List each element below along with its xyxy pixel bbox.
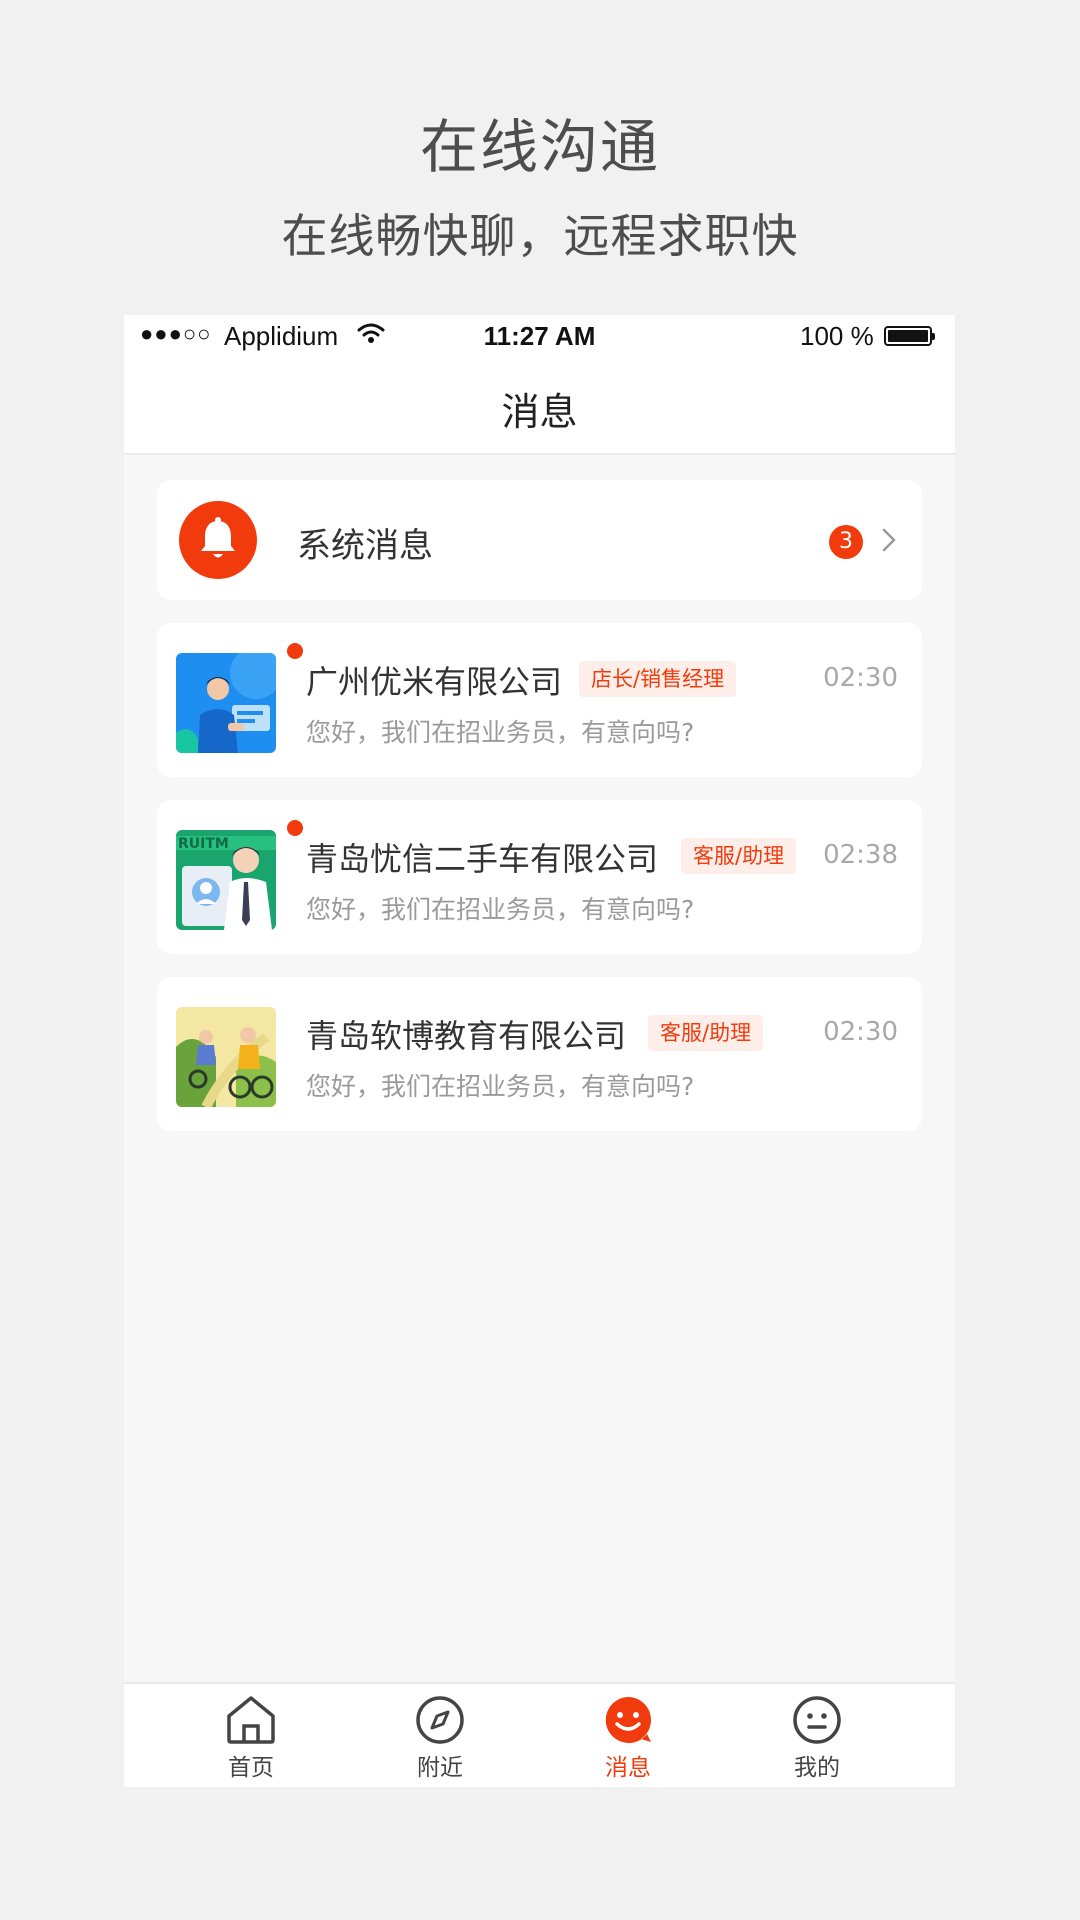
- tab-messages[interactable]: 消息: [558, 1694, 698, 1782]
- unread-count-badge: 3: [829, 525, 863, 559]
- tab-profile[interactable]: 我的: [747, 1694, 887, 1782]
- tab-home[interactable]: 首页: [181, 1694, 321, 1782]
- system-message-row[interactable]: 系统消息 3: [157, 480, 922, 600]
- message-time: 02:38: [823, 840, 898, 870]
- tab-nearby[interactable]: 附近: [370, 1694, 510, 1782]
- svg-text:RUITM: RUITM: [178, 836, 229, 852]
- job-role-tag: 客服/助理: [648, 1015, 764, 1051]
- page-title: 消息: [501, 390, 578, 434]
- message-time: 02:30: [823, 1017, 898, 1047]
- hero-subtitle: 在线畅快聊，远程求职快: [281, 209, 799, 263]
- home-icon: [227, 1696, 275, 1744]
- chevron-right-icon: [880, 526, 898, 558]
- navigation-bar: 消息: [124, 357, 955, 455]
- chat-list-item[interactable]: 青岛软博教育有限公司 客服/助理 02:30 您好，我们在招业务员，有意向吗?: [157, 977, 922, 1131]
- chat-list-item[interactable]: RUITM 青岛忧信二手车有限公司 客服/助理 02:38 您好，我们在招业务员…: [157, 800, 922, 954]
- message-preview: 您好，我们在招业务员，有意向吗?: [306, 895, 695, 924]
- hero-title: 在线沟通: [419, 113, 660, 181]
- company-avatar: [176, 653, 276, 753]
- profile-face-icon: [793, 1696, 841, 1744]
- status-bar: ●●●○○ Applidium 11:27 AM 100 %: [124, 315, 955, 357]
- bell-icon: [179, 501, 257, 579]
- company-name: 青岛忧信二手车有限公司: [306, 840, 659, 878]
- message-time: 02:30: [823, 663, 898, 693]
- battery-percentage: 100 %: [800, 321, 874, 351]
- compass-icon: [416, 1696, 464, 1744]
- unread-dot: [287, 820, 303, 836]
- company-avatar: RUITM: [176, 830, 276, 930]
- unread-dot: [287, 643, 303, 659]
- tab-label: 附近: [417, 1755, 463, 1781]
- job-role-tag: 客服/助理: [681, 838, 797, 874]
- phone-screen: ●●●○○ Applidium 11:27 AM 100 % 消息 系统消息 3: [124, 315, 955, 1787]
- company-name: 广州优米有限公司: [306, 663, 563, 701]
- company-avatar: [176, 1007, 276, 1107]
- battery-icon: [884, 326, 935, 346]
- job-role-tag: 店长/销售经理: [579, 661, 737, 697]
- company-name: 青岛软博教育有限公司: [306, 1017, 627, 1055]
- bottom-tab-bar: 首页 附近 消息 我的: [124, 1682, 955, 1787]
- system-message-label: 系统消息: [297, 526, 433, 566]
- message-preview: 您好，我们在招业务员，有意向吗?: [306, 1072, 695, 1101]
- message-smile-icon: [605, 1697, 652, 1743]
- tab-label: 消息: [605, 1755, 651, 1781]
- tab-label: 我的: [794, 1755, 840, 1781]
- chat-list-item[interactable]: 广州优米有限公司 店长/销售经理 02:30 您好，我们在招业务员，有意向吗?: [157, 623, 922, 777]
- message-preview: 您好，我们在招业务员，有意向吗?: [306, 718, 695, 747]
- tab-label: 首页: [228, 1755, 274, 1781]
